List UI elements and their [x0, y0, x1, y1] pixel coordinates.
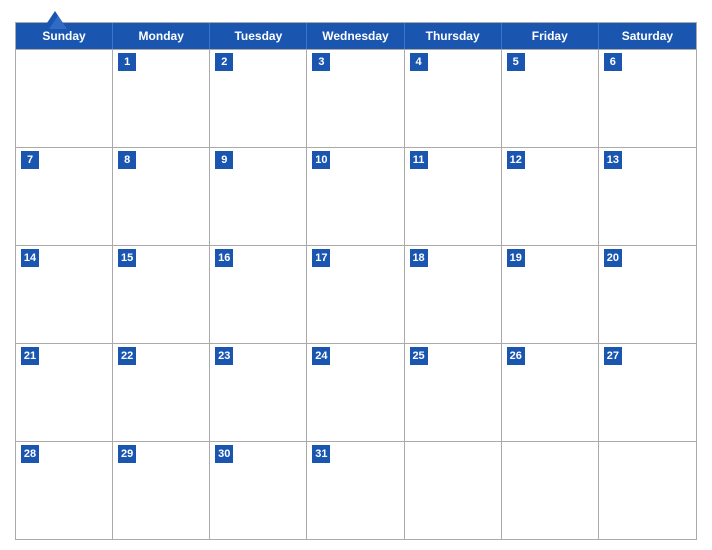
calendar-day-29: 29 — [113, 442, 210, 539]
day-header-thursday: Thursday — [405, 23, 502, 49]
day-number: 10 — [312, 151, 330, 169]
calendar-day-13: 13 — [599, 148, 696, 245]
calendar-day-11: 11 — [405, 148, 502, 245]
day-header-monday: Monday — [113, 23, 210, 49]
day-number: 5 — [507, 53, 525, 71]
day-header-wednesday: Wednesday — [307, 23, 404, 49]
calendar-day-16: 16 — [210, 246, 307, 343]
day-header-tuesday: Tuesday — [210, 23, 307, 49]
calendar-day-21: 21 — [16, 344, 113, 441]
calendar-day-7: 7 — [16, 148, 113, 245]
day-number: 21 — [21, 347, 39, 365]
day-number: 25 — [410, 347, 428, 365]
day-number: 16 — [215, 249, 233, 267]
calendar-day-20: 20 — [599, 246, 696, 343]
calendar-day-empty — [502, 442, 599, 539]
calendar-day-23: 23 — [210, 344, 307, 441]
day-number: 18 — [410, 249, 428, 267]
day-header-saturday: Saturday — [599, 23, 696, 49]
day-number: 13 — [604, 151, 622, 169]
day-number: 11 — [410, 151, 428, 169]
day-number: 30 — [215, 445, 233, 463]
day-number: 29 — [118, 445, 136, 463]
calendar-day-empty — [599, 442, 696, 539]
day-number: 15 — [118, 249, 136, 267]
calendar-day-4: 4 — [405, 50, 502, 147]
calendar-day-17: 17 — [307, 246, 404, 343]
calendar-day-empty — [405, 442, 502, 539]
page-header — [15, 10, 697, 18]
logo-icon — [43, 10, 67, 30]
calendar-day-8: 8 — [113, 148, 210, 245]
day-number: 27 — [604, 347, 622, 365]
calendar-day-30: 30 — [210, 442, 307, 539]
day-number: 3 — [312, 53, 330, 71]
day-header-friday: Friday — [502, 23, 599, 49]
day-number: 22 — [118, 347, 136, 365]
calendar-day-2: 2 — [210, 50, 307, 147]
calendar-day-1: 1 — [113, 50, 210, 147]
calendar-body: 1234567891011121314151617181920212223242… — [16, 49, 696, 539]
calendar-day-9: 9 — [210, 148, 307, 245]
calendar-day-27: 27 — [599, 344, 696, 441]
day-number: 1 — [118, 53, 136, 71]
calendar-week-4: 21 22 23 24 25 26 27 — [16, 343, 696, 441]
day-number: 26 — [507, 347, 525, 365]
calendar-week-3: 14 15 16 17 18 19 20 — [16, 245, 696, 343]
calendar-day-31: 31 — [307, 442, 404, 539]
day-number: 23 — [215, 347, 233, 365]
day-number: 8 — [118, 151, 136, 169]
calendar-day-3: 3 — [307, 50, 404, 147]
calendar-week-5: 28 29 30 31 — [16, 441, 696, 539]
day-number: 12 — [507, 151, 525, 169]
calendar-day-14: 14 — [16, 246, 113, 343]
day-number: 14 — [21, 249, 39, 267]
logo — [15, 10, 95, 31]
calendar-day-12: 12 — [502, 148, 599, 245]
day-number: 28 — [21, 445, 39, 463]
day-number: 9 — [215, 151, 233, 169]
calendar-day-24: 24 — [307, 344, 404, 441]
day-number: 31 — [312, 445, 330, 463]
calendar-week-2: 7 8 9 10 11 12 13 — [16, 147, 696, 245]
day-number: 4 — [410, 53, 428, 71]
calendar-day-5: 5 — [502, 50, 599, 147]
calendar-day-19: 19 — [502, 246, 599, 343]
calendar-day-26: 26 — [502, 344, 599, 441]
calendar-day-25: 25 — [405, 344, 502, 441]
calendar-day-18: 18 — [405, 246, 502, 343]
calendar-day-15: 15 — [113, 246, 210, 343]
calendar-header: SundayMondayTuesdayWednesdayThursdayFrid… — [16, 23, 696, 49]
calendar-day-22: 22 — [113, 344, 210, 441]
day-number: 2 — [215, 53, 233, 71]
calendar-day-28: 28 — [16, 442, 113, 539]
day-number: 17 — [312, 249, 330, 267]
calendar: SundayMondayTuesdayWednesdayThursdayFrid… — [15, 22, 697, 540]
day-number: 6 — [604, 53, 622, 71]
calendar-day-6: 6 — [599, 50, 696, 147]
calendar-week-1: 1 2 3 4 5 6 — [16, 49, 696, 147]
calendar-page: SundayMondayTuesdayWednesdayThursdayFrid… — [0, 0, 712, 550]
day-number: 19 — [507, 249, 525, 267]
day-number: 24 — [312, 347, 330, 365]
day-number: 7 — [21, 151, 39, 169]
day-number: 20 — [604, 249, 622, 267]
calendar-day-10: 10 — [307, 148, 404, 245]
calendar-day-empty — [16, 50, 113, 147]
